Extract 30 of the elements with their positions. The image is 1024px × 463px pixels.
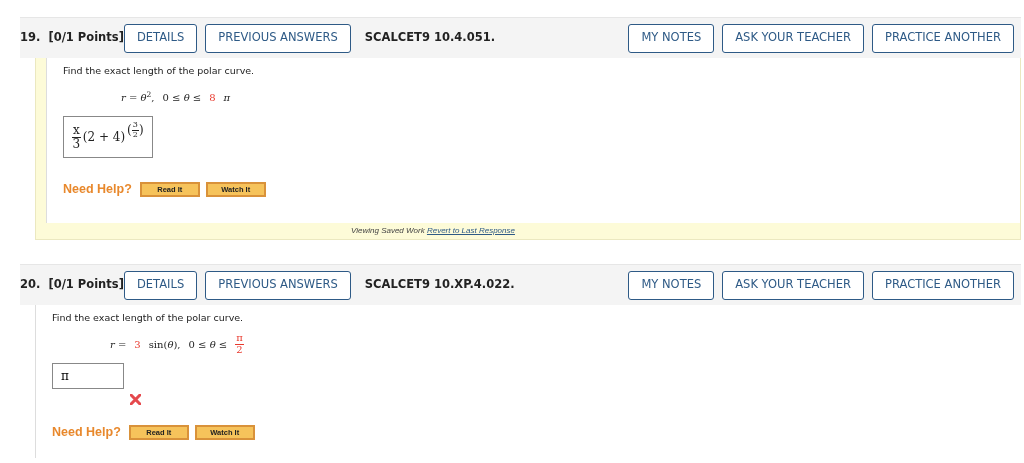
previous-answers-button[interactable]: PREVIOUS ANSWERS — [205, 270, 351, 300]
equation-text: 0 ≤ θ ≤ — [188, 337, 228, 352]
ask-teacher-button[interactable]: ASK YOUR TEACHER — [722, 270, 864, 300]
equation-text: π — [223, 90, 231, 105]
equation-text: 3 — [134, 337, 141, 352]
practice-another-button[interactable]: PRACTICE ANOTHER — [872, 23, 1014, 53]
revert-link[interactable]: Revert to Last Response — [426, 226, 515, 235]
ask-teacher-button[interactable]: ASK YOUR TEACHER — [722, 23, 864, 53]
need-help-label: Need Help? — [52, 423, 121, 441]
fraction: π 2 — [235, 333, 244, 356]
question-prompt: Find the exact length of the polar curve. — [63, 64, 256, 78]
question-code: SCALCET9 10.XP.4.022. — [364, 276, 515, 294]
answer-field[interactable]: π — [52, 363, 124, 390]
practice-another-button[interactable]: PRACTICE ANOTHER — [872, 270, 1014, 300]
details-button[interactable]: DETAILS — [124, 270, 198, 300]
equation-text: r = — [110, 337, 127, 352]
equation-text: 0 ≤ θ ≤ — [162, 90, 202, 105]
my-notes-button[interactable]: MY NOTES — [628, 23, 715, 53]
question-number: 20. [0/1 Points] — [20, 276, 124, 294]
equation-text: r = θ$^{2}$, — [121, 89, 155, 105]
my-notes-button[interactable]: MY NOTES — [628, 270, 715, 300]
saved-work-text: Viewing Saved Work — [351, 226, 426, 235]
details-button[interactable]: DETAILS — [124, 23, 198, 53]
question-prompt: Find the exact length of the polar curve. — [52, 311, 245, 325]
equation-text: 8 — [209, 90, 216, 105]
need-help-label: Need Help? — [63, 181, 132, 199]
question-code: SCALCET9 10.4.051. — [364, 29, 495, 47]
previous-answers-button[interactable]: PREVIOUS ANSWERS — [205, 23, 351, 53]
equation-text: sin(θ), — [148, 337, 181, 352]
question-number: 19. [0/1 Points] — [20, 29, 124, 47]
